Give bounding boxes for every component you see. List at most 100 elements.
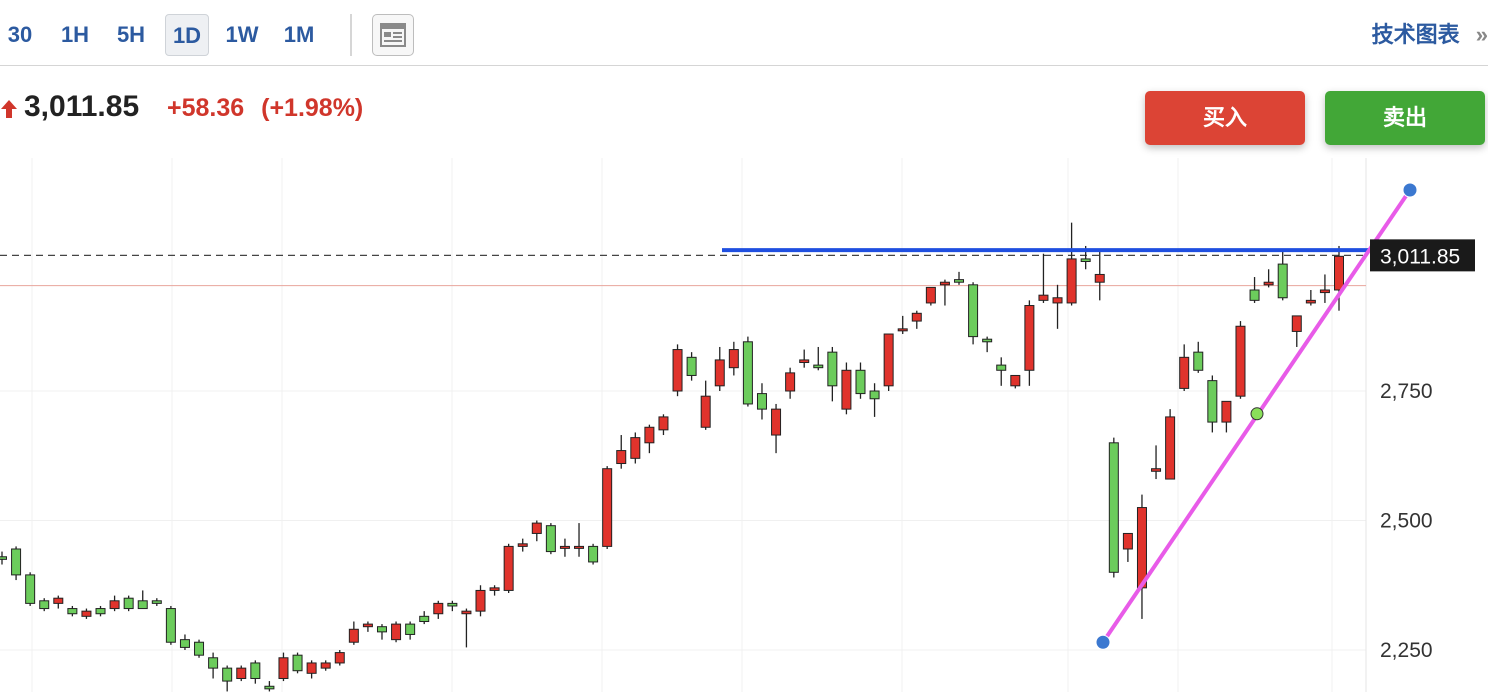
candle-body	[1165, 416, 1176, 480]
candle-body	[559, 545, 570, 549]
trendline-end-handle	[1402, 182, 1418, 198]
candle-body	[194, 641, 205, 656]
candle-body	[954, 279, 965, 283]
timeframe-5h[interactable]: 5H	[108, 14, 154, 56]
candle-body	[1221, 400, 1232, 423]
candle-body	[503, 545, 514, 591]
technical-chart-link[interactable]: 技术图表 »	[1372, 14, 1488, 56]
candle-body	[278, 657, 289, 679]
candle-body	[1038, 294, 1049, 301]
layout-toggle-button[interactable]	[372, 14, 414, 56]
candle-body	[447, 602, 458, 607]
timeframe-30[interactable]: 30	[0, 14, 40, 56]
candle-body	[925, 286, 936, 304]
candle-body	[165, 608, 176, 643]
candle-body	[292, 654, 303, 672]
candle-body	[728, 349, 739, 369]
candle-body	[996, 364, 1007, 371]
candle-body	[123, 597, 134, 610]
candle-body	[1193, 351, 1204, 371]
trendline-mid-handle	[1250, 407, 1264, 421]
candle-body	[1319, 289, 1330, 294]
timeframe-1m[interactable]: 1M	[276, 14, 322, 56]
candle-body	[785, 372, 796, 392]
sell-button[interactable]: 卖出	[1325, 91, 1485, 145]
change-value: +58.36	[167, 94, 245, 122]
candle-body	[869, 390, 880, 400]
candle-body	[841, 369, 852, 410]
candle-body	[81, 610, 92, 617]
candle-body	[1249, 289, 1260, 301]
candle-body	[391, 623, 402, 641]
timeframe-1h[interactable]: 1H	[54, 14, 96, 56]
chevron-right-icon: »	[1475, 22, 1488, 47]
candle-body	[714, 359, 725, 387]
y-axis-tick-label: 2,750	[1380, 380, 1433, 403]
timeframe-1w[interactable]: 1W	[220, 14, 264, 56]
change-percent: (+1.98%)	[261, 94, 364, 122]
candle-body	[1179, 356, 1190, 389]
candle-body	[334, 652, 345, 664]
candle-body	[433, 602, 444, 615]
candle-body	[109, 600, 120, 610]
candle-body	[461, 610, 472, 615]
candle-body	[588, 545, 599, 563]
candle-body	[616, 450, 627, 465]
candle-body	[1094, 273, 1105, 283]
candle-body	[630, 437, 641, 459]
toolbar-divider	[350, 14, 352, 56]
candle-body	[658, 416, 669, 431]
candle-body	[419, 615, 430, 623]
candle-body	[1024, 305, 1035, 371]
candle-body	[475, 589, 486, 612]
candle-body	[827, 351, 838, 387]
candle-body	[208, 657, 219, 669]
candle-body	[348, 628, 359, 643]
candle-body	[771, 408, 782, 436]
candle-body	[742, 341, 753, 405]
candle-body	[53, 597, 64, 604]
candle-body	[602, 468, 613, 547]
candle-body	[799, 359, 810, 364]
y-axis-tick-label: 2,250	[1380, 639, 1433, 662]
candle-body	[1066, 258, 1077, 304]
candle-body	[1263, 281, 1274, 286]
last-price-label: 3,011.85	[1380, 245, 1460, 268]
candle-body	[1108, 442, 1119, 573]
candle-body	[39, 600, 50, 610]
candle-body	[179, 639, 190, 648]
candle-body	[1277, 263, 1288, 299]
buy-button[interactable]: 买入	[1145, 91, 1305, 145]
candle-body	[545, 525, 556, 553]
candle-body	[883, 333, 894, 387]
candle-body	[405, 623, 416, 635]
candle-body	[686, 356, 697, 376]
candle-body	[1151, 468, 1162, 472]
candle-body	[700, 395, 711, 428]
price-change: +58.36 (+1.98%)	[167, 94, 363, 123]
candle-body	[11, 548, 22, 576]
trendline-start-handle	[1095, 634, 1111, 650]
candle-body	[1305, 299, 1316, 304]
candle-body	[911, 312, 922, 322]
candle-body	[644, 426, 655, 444]
candle-body	[362, 623, 373, 628]
candle-body	[264, 685, 275, 690]
candle-body	[250, 662, 261, 679]
candle-body	[574, 545, 585, 549]
timeframe-1d[interactable]: 1D	[165, 14, 209, 56]
technical-chart-label: 技术图表	[1371, 22, 1460, 47]
candle-body	[813, 364, 824, 369]
candle-body	[982, 338, 993, 343]
candle-body	[236, 667, 247, 679]
candle-body	[1010, 374, 1021, 387]
candle-body	[320, 662, 331, 669]
candle-body	[1136, 507, 1147, 589]
candle-body	[531, 522, 542, 534]
candle-body	[897, 328, 908, 332]
candle-body	[306, 662, 317, 674]
candle-body	[1207, 380, 1218, 423]
candle-body	[489, 587, 500, 591]
candle-body	[67, 608, 78, 615]
candle-body	[137, 600, 148, 610]
